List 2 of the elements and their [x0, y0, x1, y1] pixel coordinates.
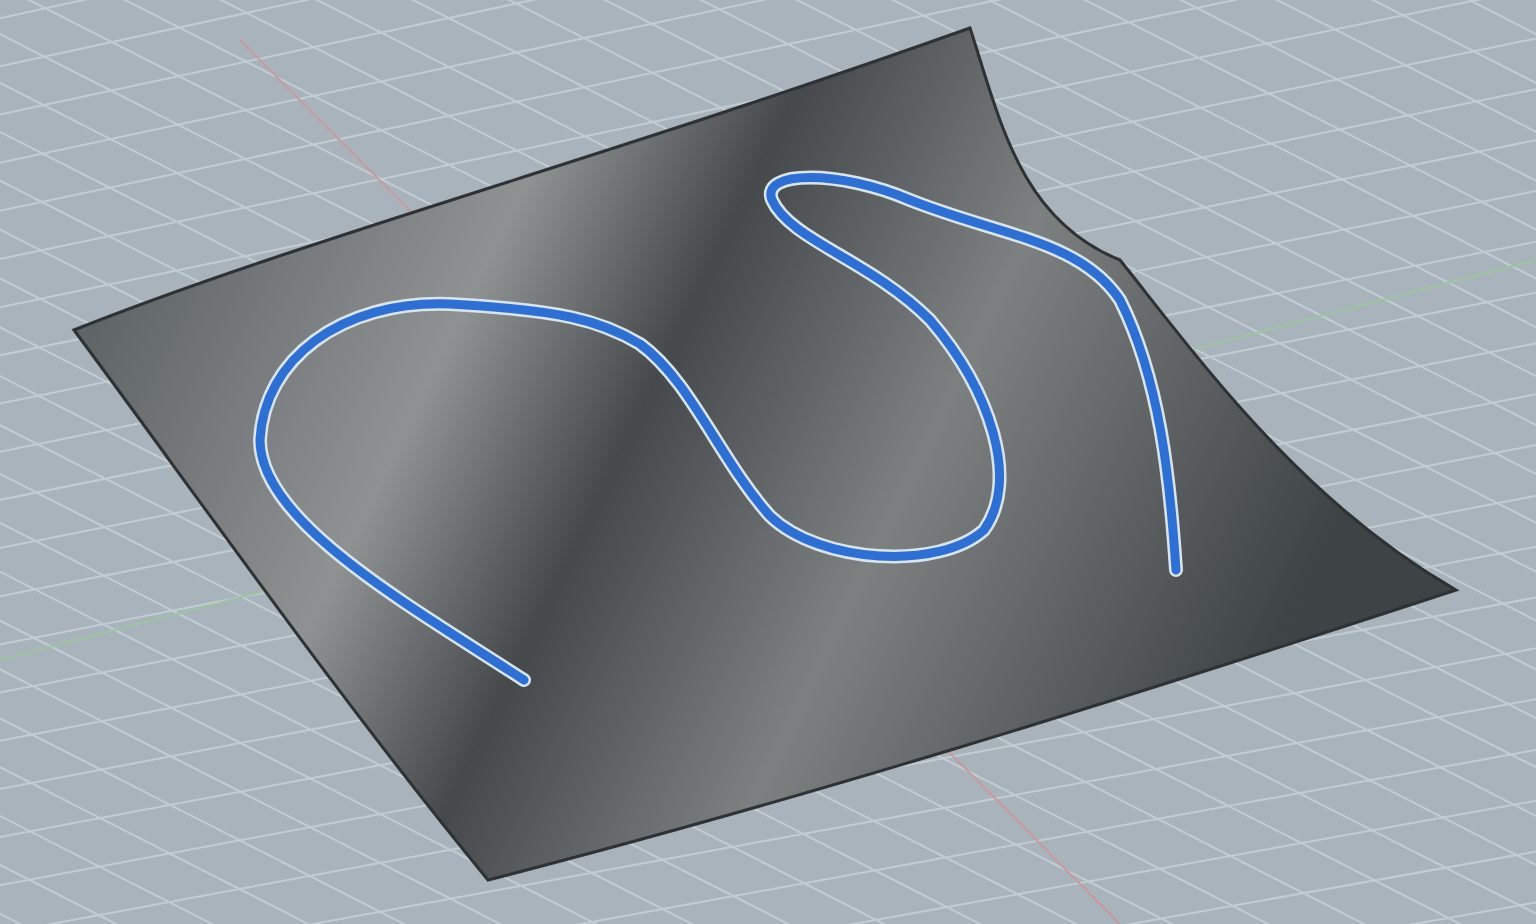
surface-drawing[interactable]	[72, 26, 1458, 882]
curve[interactable]	[253, 170, 1183, 687]
